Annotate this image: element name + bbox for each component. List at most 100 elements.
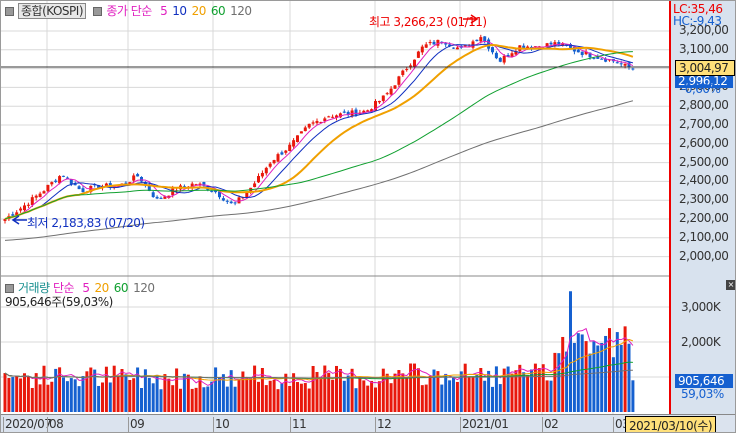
candle [491, 47, 494, 53]
candle [311, 122, 315, 124]
volume-bar [34, 373, 38, 412]
ma-period-5[interactable]: 5 [160, 4, 168, 18]
ma-period-60[interactable]: 60 [211, 4, 226, 18]
ma-period-120[interactable]: 120 [230, 4, 252, 18]
volume-bar [54, 368, 58, 412]
volume-bar [455, 381, 459, 412]
change-percent: -0,60% [681, 82, 721, 96]
volume-bar [104, 366, 108, 412]
candle [631, 68, 635, 70]
candle [62, 175, 65, 177]
candle [354, 109, 358, 116]
volume-bar [600, 342, 604, 412]
settings-square-icon[interactable] [5, 7, 14, 16]
candle [615, 62, 619, 64]
x-axis-label: 2020/07 [3, 417, 52, 432]
price-tick: 2,300,00 [679, 192, 729, 207]
volume-bar [206, 386, 210, 412]
candle [377, 100, 381, 103]
volume-bar [448, 380, 452, 412]
close-pane-icon[interactable]: × [726, 280, 735, 290]
volume-bar [299, 383, 303, 412]
candle [342, 111, 346, 113]
volume-tick: 2,000K [681, 335, 721, 349]
volume-bar [257, 381, 260, 412]
cursor-date-badge: 2021/03/10(수) [625, 416, 717, 432]
ma-line-60 [4, 51, 633, 220]
volume-bar [615, 332, 619, 412]
volume-ma-period-120[interactable]: 120 [133, 281, 155, 295]
ma-period-10[interactable]: 10 [172, 4, 187, 18]
volume-bar [140, 388, 143, 412]
candle [381, 95, 385, 101]
volume-bar [526, 375, 530, 412]
candle [54, 180, 58, 182]
volume-bar [405, 377, 409, 412]
volume-bar [3, 373, 7, 412]
volume-bar [565, 351, 569, 412]
volume-bar [494, 366, 498, 412]
x-axis-label: 12 [375, 417, 392, 432]
candle [479, 37, 483, 42]
volume-bar [350, 368, 354, 412]
volume-bar [202, 387, 206, 412]
candle [385, 93, 389, 95]
volume-bar [38, 384, 42, 412]
volume-bar [237, 379, 241, 412]
volume-bar [604, 335, 608, 412]
volume-bar [338, 368, 342, 412]
candle [580, 51, 584, 56]
ma-settings-icon[interactable] [93, 7, 103, 16]
volume-bar [576, 333, 580, 412]
ma-period-20[interactable]: 20 [192, 4, 207, 18]
price-tick: 3,100,00 [679, 41, 729, 56]
candle [303, 127, 307, 132]
volume-bar [553, 352, 557, 412]
volume-bar [132, 378, 136, 412]
candle [171, 188, 175, 196]
right-axis[interactable]: LC:35,46 HC:-9,43 3,200,003,100,002,900,… [669, 1, 735, 414]
current-volume-badge: 905,646 [675, 374, 733, 388]
ma-line-20 [4, 43, 634, 220]
candle [280, 152, 284, 155]
price-tick: 3,200,00 [679, 23, 729, 37]
volume-bar [147, 377, 151, 412]
volume-bar [42, 365, 46, 412]
candle [424, 44, 428, 48]
index-title-button[interactable]: 종합(KOSPI) [18, 3, 86, 19]
candle [288, 144, 292, 152]
candle [428, 42, 432, 44]
volume-bar [69, 378, 73, 412]
chart-canvas[interactable] [1, 1, 669, 414]
volume-bar [463, 363, 467, 412]
candle [264, 167, 268, 174]
volume-bar [108, 382, 112, 412]
volume-bar [296, 382, 299, 412]
candle [315, 120, 319, 124]
volume-bar [393, 373, 397, 412]
candle [233, 202, 237, 204]
x-axis-label: 10 [213, 417, 230, 432]
volume-bar [311, 365, 315, 412]
volume-bar [190, 388, 194, 412]
volume-bar [128, 379, 132, 412]
volume-bar [89, 367, 93, 412]
volume-bar [253, 365, 257, 412]
candle [596, 57, 600, 59]
volume-bar [557, 353, 561, 412]
candle [23, 205, 26, 211]
price-tick: 2,500,00 [679, 154, 729, 169]
x-axis-label: 08 [47, 417, 64, 432]
candle [498, 57, 502, 62]
volume-settings-icon[interactable] [5, 284, 14, 293]
volume-bar [627, 343, 631, 412]
volume-bar [307, 388, 311, 412]
candle [155, 196, 159, 199]
volume-bar [171, 385, 175, 412]
price-tick: 2,200,00 [679, 211, 729, 225]
candle [237, 197, 241, 204]
candle [253, 183, 257, 188]
candle [124, 182, 128, 184]
volume-ma-period-60[interactable]: 60 [114, 281, 129, 295]
volume-bar [101, 382, 104, 412]
